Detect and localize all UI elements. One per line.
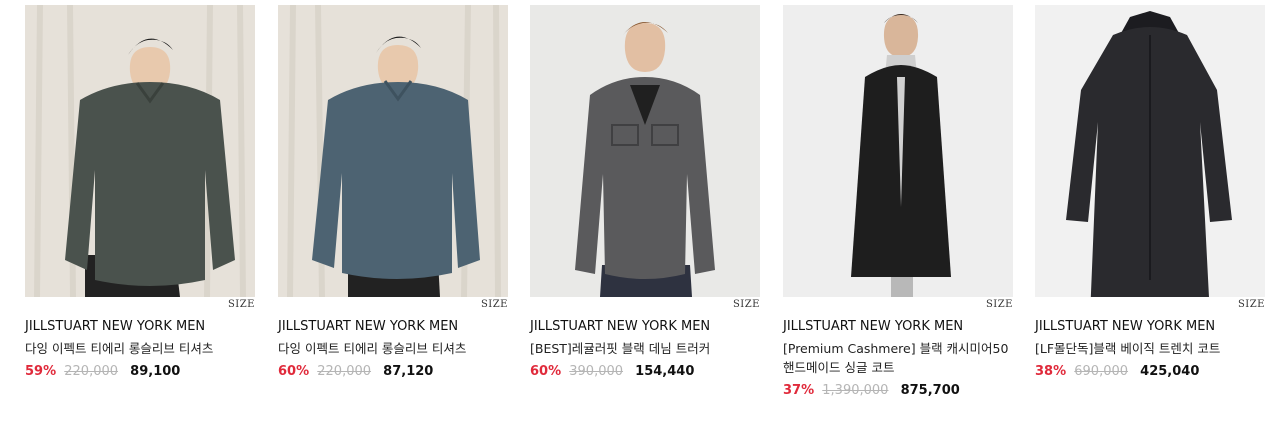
product-photo-graphic	[783, 5, 1013, 297]
brand-name[interactable]: JILLSTUART NEW YORK MEN	[783, 319, 1013, 334]
product-grid: SIZE JILLSTUART NEW YORK MEN 다잉 이펙트 티에리 …	[0, 0, 1277, 431]
product-image[interactable]	[783, 5, 1013, 297]
original-price: 220,000	[64, 364, 119, 379]
product-name[interactable]: [Premium Cashmere] 블랙 캐시미어50 핸드메이드 싱글 코트	[783, 339, 1023, 377]
product-photo-graphic	[278, 5, 508, 297]
sale-price: 425,040	[1140, 364, 1200, 379]
size-label: SIZE	[985, 299, 1013, 310]
product-image[interactable]	[1035, 5, 1265, 297]
sale-price: 89,100	[130, 364, 181, 379]
price-row: 59% 220,000 89,100	[25, 364, 255, 379]
discount-rate: 37%	[783, 383, 815, 398]
product-card[interactable]: SIZE JILLSTUART NEW YORK MEN 다잉 이펙트 티에리 …	[278, 5, 508, 379]
product-name[interactable]: [BEST]레귤러핏 블랙 데님 트러커	[530, 339, 770, 358]
size-label: SIZE	[1237, 299, 1265, 310]
product-card[interactable]: SIZE JILLSTUART NEW YORK MEN 다잉 이펙트 티에리 …	[25, 5, 255, 379]
product-card[interactable]: SIZE JILLSTUART NEW YORK MEN [LF몰단독]블랙 베…	[1035, 5, 1265, 379]
product-photo-graphic	[1035, 5, 1265, 297]
price-row: 37% 1,390,000 875,700	[783, 383, 1013, 398]
price-row: 60% 220,000 87,120	[278, 364, 508, 379]
sale-price: 875,700	[900, 383, 960, 398]
original-price: 220,000	[317, 364, 372, 379]
sale-price: 154,440	[635, 364, 695, 379]
brand-name[interactable]: JILLSTUART NEW YORK MEN	[278, 319, 508, 334]
size-label: SIZE	[227, 299, 255, 310]
brand-name[interactable]: JILLSTUART NEW YORK MEN	[530, 319, 760, 334]
product-image[interactable]	[530, 5, 760, 297]
discount-rate: 60%	[530, 364, 562, 379]
product-name[interactable]: 다잉 이펙트 티에리 롱슬리브 티셔츠	[278, 339, 518, 358]
original-price: 690,000	[1074, 364, 1129, 379]
product-name[interactable]: 다잉 이펙트 티에리 롱슬리브 티셔츠	[25, 339, 265, 358]
product-image[interactable]	[278, 5, 508, 297]
size-label: SIZE	[732, 299, 760, 310]
product-name[interactable]: [LF몰단독]블랙 베이직 트렌치 코트	[1035, 339, 1275, 358]
product-image[interactable]	[25, 5, 255, 297]
discount-rate: 60%	[278, 364, 310, 379]
brand-name[interactable]: JILLSTUART NEW YORK MEN	[25, 319, 255, 334]
original-price: 1,390,000	[822, 383, 889, 398]
product-photo-graphic	[25, 5, 255, 297]
product-card[interactable]: SIZE JILLSTUART NEW YORK MEN [Premium Ca…	[783, 5, 1013, 398]
discount-rate: 59%	[25, 364, 57, 379]
size-label: SIZE	[480, 299, 508, 310]
brand-name[interactable]: JILLSTUART NEW YORK MEN	[1035, 319, 1265, 334]
discount-rate: 38%	[1035, 364, 1067, 379]
sale-price: 87,120	[383, 364, 434, 379]
price-row: 38% 690,000 425,040	[1035, 364, 1265, 379]
original-price: 390,000	[569, 364, 624, 379]
product-card[interactable]: SIZE JILLSTUART NEW YORK MEN [BEST]레귤러핏 …	[530, 5, 760, 379]
price-row: 60% 390,000 154,440	[530, 364, 760, 379]
product-photo-graphic	[530, 5, 760, 297]
